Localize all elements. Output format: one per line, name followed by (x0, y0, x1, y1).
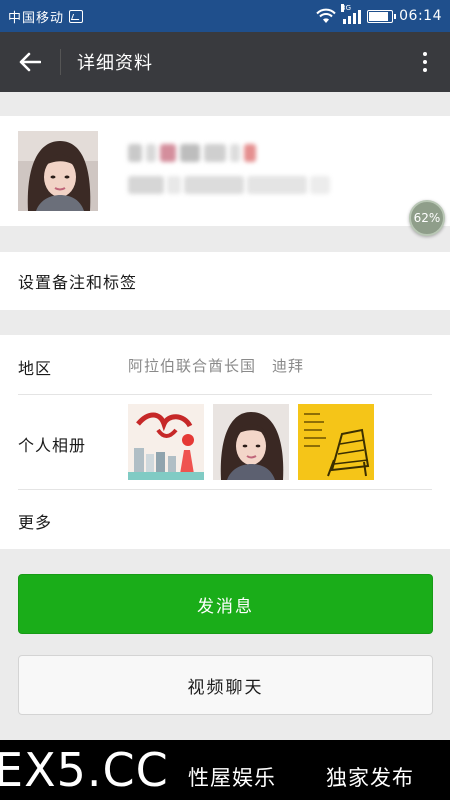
watermark-text: 独家发布 (326, 766, 414, 790)
redacted-wechat-id (128, 176, 330, 194)
app-bar-divider (60, 49, 61, 75)
user-photo (18, 131, 98, 211)
battery-icon (367, 9, 397, 23)
arrow-left-icon (19, 52, 41, 72)
region-value: 阿拉伯联合酋长国 迪拜 (128, 357, 305, 375)
watermark-text: 性屋娱乐 (188, 766, 276, 790)
image-notification-icon (69, 9, 84, 23)
back-button[interactable] (0, 32, 60, 92)
battery-level (369, 11, 388, 21)
wifi-icon (316, 8, 336, 23)
more-vertical-icon (423, 52, 427, 56)
clock: 06:14 (399, 8, 442, 24)
remark-label: 设置备注和标签 (18, 273, 138, 292)
region-row: 地区 阿拉伯联合酋长国 迪拜 (0, 335, 450, 395)
floating-progress-badge[interactable]: 62% (409, 200, 445, 236)
more-row[interactable]: 更多 (0, 489, 450, 549)
album-thumbnail[interactable] (298, 404, 374, 480)
network-type-label: 3G (341, 4, 352, 12)
watermark-logo: EX5.CC (0, 743, 169, 797)
avatar[interactable] (18, 131, 98, 211)
send-message-button[interactable]: 发消息 (18, 574, 433, 634)
watermark-banner: EX5.CC 性屋娱乐 独家发布 (0, 740, 450, 800)
set-remark-and-tags-row[interactable]: 设置备注和标签 (0, 252, 450, 310)
personal-album-row[interactable]: 个人相册 (0, 395, 450, 489)
album-photo-poster (128, 404, 204, 480)
album-thumbnail[interactable] (128, 404, 204, 480)
album-thumbnail[interactable] (213, 404, 289, 480)
page-title: 详细资料 (77, 53, 153, 74)
profile-card[interactable] (0, 116, 450, 226)
more-label: 更多 (18, 513, 53, 532)
app-bar: 详细资料 (0, 32, 450, 92)
signal-strength-icon: 3G (341, 4, 362, 24)
carrier-name: 中国移动 (8, 10, 65, 26)
album-photo-sketch (298, 404, 374, 480)
album-photo-selfie (213, 404, 289, 480)
region-label: 地区 (18, 359, 53, 378)
album-label: 个人相册 (18, 436, 87, 455)
more-options-button[interactable] (400, 32, 450, 92)
status-bar: 中国移动 3G 06:14 (0, 0, 450, 32)
details-card: 地区 阿拉伯联合酋长国 迪拜 个人相册 更多 (0, 335, 450, 549)
redacted-name (128, 144, 256, 162)
video-chat-button[interactable]: 视频聊天 (18, 655, 433, 715)
